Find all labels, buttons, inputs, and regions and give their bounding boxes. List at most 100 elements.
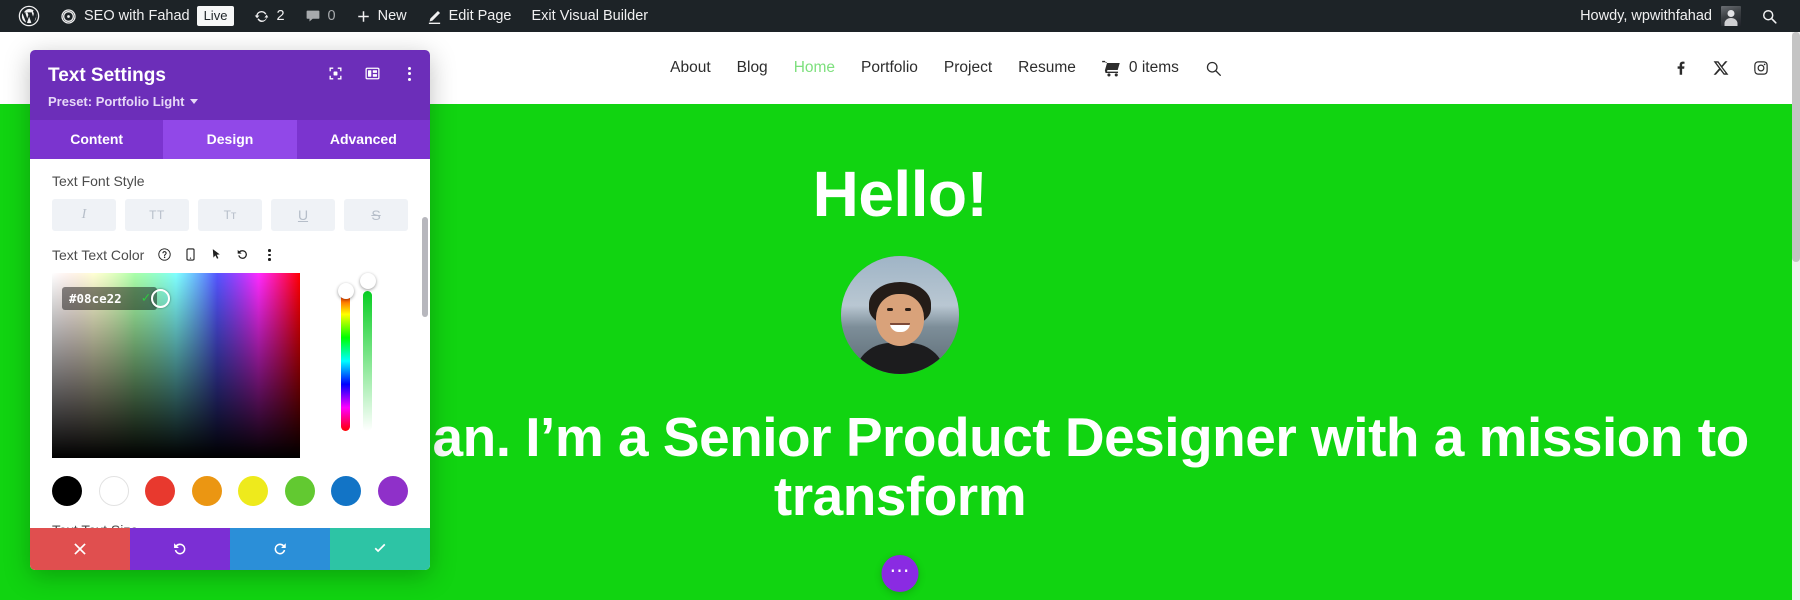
text-settings-modal: Text Settings Preset: Portfolio Light Co…: [30, 50, 430, 570]
cart-link[interactable]: 0 items: [1102, 59, 1179, 77]
tab-content[interactable]: Content: [30, 119, 164, 159]
hue-slider[interactable]: [337, 282, 354, 431]
preset-selector[interactable]: Preset: Portfolio Light: [48, 94, 198, 109]
more-vertical-icon[interactable]: [402, 66, 416, 81]
cart-items-label: 0 items: [1128, 59, 1179, 76]
hover-cursor-icon[interactable]: [210, 248, 223, 261]
new-label: New: [377, 8, 407, 24]
modal-header-actions: [328, 66, 416, 81]
social-links: [1672, 59, 1770, 77]
color-picker-body: #08ce22 ✓: [52, 272, 408, 458]
shopping-cart-icon: [1102, 60, 1121, 77]
nav-item-blog[interactable]: Blog: [737, 59, 768, 77]
nav-item-portfolio[interactable]: Portfolio: [861, 59, 918, 77]
nav-item-project[interactable]: Project: [944, 59, 992, 77]
admin-bar-right: Howdy, wpwithfahad: [1570, 0, 1800, 32]
comment-bubble-icon: [305, 8, 321, 24]
preset-label: Preset: Portfolio Light: [48, 93, 185, 109]
focus-target-icon[interactable]: [328, 66, 343, 81]
more-vertical-icon[interactable]: [262, 249, 276, 261]
smallcaps-button[interactable]: Tᴛ: [198, 198, 262, 231]
modal-body: Text Font Style I TT Tᴛ U S Text Text Co…: [30, 158, 430, 528]
tab-design[interactable]: Design: [163, 119, 297, 159]
saturation-handle[interactable]: [151, 288, 170, 308]
swatch-black[interactable]: [52, 475, 82, 506]
undo-button[interactable]: [130, 528, 230, 570]
hue-slider-handle[interactable]: [337, 282, 354, 299]
wordpress-logo-icon: [18, 5, 40, 27]
wp-logo-menu[interactable]: [8, 0, 50, 32]
my-account-menu[interactable]: Howdy, wpwithfahad: [1570, 0, 1751, 32]
checkmark-icon: [372, 541, 388, 557]
nav-item-about[interactable]: About: [670, 59, 711, 77]
uppercase-button[interactable]: TT: [125, 198, 189, 231]
updates-menu[interactable]: 2: [244, 0, 294, 32]
facebook-icon[interactable]: [1672, 59, 1690, 77]
modal-scrollbar-thumb[interactable]: [422, 216, 428, 317]
italic-button[interactable]: I: [52, 198, 116, 231]
profile-photo: [841, 256, 959, 374]
help-icon[interactable]: [158, 248, 172, 261]
swatch-purple[interactable]: [377, 475, 408, 506]
comments-menu[interactable]: 0: [295, 0, 346, 32]
redo-button[interactable]: [230, 528, 330, 570]
pencil-icon: [427, 9, 442, 24]
comments-count: 0: [327, 8, 336, 24]
modal-footer: [30, 528, 430, 570]
avatar: [1721, 6, 1741, 26]
swatch-white[interactable]: [98, 475, 129, 506]
swatch-blue[interactable]: [331, 475, 362, 506]
text-color-option-icons: [158, 248, 276, 261]
site-search-button[interactable]: [1205, 60, 1222, 77]
cancel-button[interactable]: [30, 528, 130, 570]
text-color-field: Text Text Color: [30, 247, 430, 263]
text-size-label: Text Text Size: [30, 506, 430, 528]
new-content-menu[interactable]: New: [346, 0, 417, 32]
primary-nav: About Blog Home Portfolio Project Resume…: [550, 59, 1222, 77]
hex-value-field[interactable]: #08ce22 ✓: [62, 286, 157, 310]
tab-advanced[interactable]: Advanced: [296, 119, 430, 159]
site-name-menu[interactable]: SEO with Fahad Live: [50, 0, 244, 32]
swatch-red[interactable]: [145, 475, 176, 506]
admin-bar-left: SEO with Fahad Live 2 0 New Edit Page Ex…: [0, 0, 658, 32]
save-button[interactable]: [330, 528, 430, 570]
more-options-icon[interactable]: ⋯: [881, 555, 919, 592]
site-name-label: SEO with Fahad: [84, 8, 190, 24]
plus-icon: [356, 9, 371, 24]
edit-page-label: Edit Page: [448, 8, 512, 24]
nav-item-home[interactable]: Home: [794, 59, 835, 77]
alpha-slider-handle[interactable]: [359, 272, 376, 289]
swatch-orange[interactable]: [191, 475, 222, 506]
swatch-green[interactable]: [284, 475, 315, 506]
reset-undo-icon[interactable]: [236, 248, 249, 261]
preset-swatches: [30, 464, 430, 506]
live-badge: Live: [196, 5, 235, 27]
underline-button[interactable]: U: [271, 198, 335, 231]
alpha-slider[interactable]: [359, 272, 376, 431]
edit-page-menu[interactable]: Edit Page: [417, 0, 522, 32]
text-color-label-row: Text Text Color: [52, 247, 408, 263]
layout-panel-icon[interactable]: [365, 66, 380, 81]
exit-visual-builder-label: Exit Visual Builder: [531, 8, 649, 24]
checkmark-icon[interactable]: ✓: [142, 290, 150, 306]
search-icon: [1761, 8, 1778, 25]
swatch-yellow[interactable]: [238, 475, 269, 506]
undo-icon: [172, 541, 188, 557]
instagram-icon[interactable]: [1752, 59, 1770, 77]
dashboard-icon: [60, 8, 77, 25]
strikethrough-button[interactable]: S: [344, 198, 408, 231]
page-scrollbar-thumb[interactable]: [1792, 32, 1800, 262]
nav-item-resume[interactable]: Resume: [1018, 59, 1076, 77]
close-x-icon: [72, 541, 88, 557]
text-font-style-label: Text Font Style: [52, 172, 145, 189]
admin-search-button[interactable]: [1751, 0, 1788, 32]
responsive-mobile-icon[interactable]: [184, 248, 197, 261]
text-font-style-field: Text Font Style I TT Tᴛ U S: [30, 173, 430, 231]
wp-admin-bar: SEO with Fahad Live 2 0 New Edit Page Ex…: [0, 0, 1800, 32]
saturation-value-area[interactable]: #08ce22 ✓: [52, 272, 300, 458]
howdy-label: Howdy, wpwithfahad: [1580, 8, 1712, 24]
color-picker: #08ce22 ✓: [30, 272, 430, 458]
x-twitter-icon[interactable]: [1712, 59, 1730, 77]
text-font-style-buttons: I TT Tᴛ U S: [52, 198, 408, 231]
exit-visual-builder[interactable]: Exit Visual Builder: [522, 0, 659, 32]
